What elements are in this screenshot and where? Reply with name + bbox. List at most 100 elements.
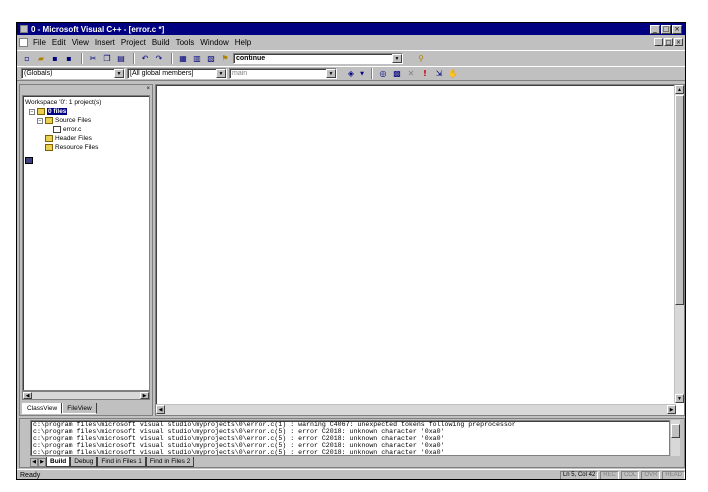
tree-item-resource-files[interactable]: Resource Files [25, 143, 147, 152]
tree-item-file[interactable]: error.c [25, 125, 147, 134]
toolbar-separator [133, 52, 135, 64]
tab-scroll-right-icon[interactable]: ▶ [38, 457, 46, 467]
output-vscroll[interactable] [671, 420, 680, 456]
search-icon[interactable]: ⚲ [415, 53, 427, 64]
toolbar-separator [371, 68, 373, 79]
collapse-icon[interactable]: − [37, 117, 43, 124]
scroll-left-icon[interactable]: ◀ [23, 392, 32, 399]
output-pane: c:\program files\microsoft visual studio… [19, 418, 685, 468]
main-window: 0 - Microsoft Visual C++ - [error.c *] _… [16, 22, 686, 480]
doc-restore-button[interactable]: □ [664, 38, 673, 46]
tree-item-project[interactable]: − 0 files [25, 107, 147, 116]
scroll-thumb[interactable] [675, 95, 684, 305]
output-line[interactable]: c:\program files\microsoft visual studio… [31, 421, 669, 428]
scroll-left-icon[interactable]: ◀ [156, 405, 165, 414]
find-in-files-icon[interactable]: ⚑ [219, 53, 231, 64]
copy-icon[interactable]: ❐ [101, 53, 113, 64]
tab-fileview[interactable]: FileView [62, 403, 97, 414]
compile-icon[interactable]: ◎ [377, 68, 389, 79]
output-line[interactable]: c:\program files\microsoft visual studio… [31, 449, 669, 455]
tab-build[interactable]: Build [46, 457, 71, 467]
file-tree: Workspace '0': 1 project(s) − 0 files − … [22, 95, 150, 391]
app-icon[interactable] [20, 25, 28, 33]
tab-find-in-files-2[interactable]: Find in Files 2 [145, 457, 195, 467]
close-icon[interactable]: × [146, 86, 150, 92]
editor-vscroll[interactable]: ▲ ▼ [674, 85, 684, 403]
toolbar-separator [81, 52, 83, 64]
tab-scroll-left-icon[interactable]: ◀ [30, 457, 38, 467]
menu-window[interactable]: Window [197, 38, 231, 47]
window-title: 0 - Microsoft Visual C++ - [error.c *] [31, 24, 165, 34]
scroll-down-icon[interactable]: ▼ [675, 394, 684, 403]
menu-build[interactable]: Build [149, 38, 173, 47]
tree-item-header-files[interactable]: Header Files [25, 134, 147, 143]
workspace-hscroll[interactable]: ◀ ▶ [22, 391, 150, 400]
tree-item-source-files[interactable]: − Source Files [25, 116, 147, 125]
stop-build-icon[interactable]: ✕ [405, 68, 417, 79]
menu-insert[interactable]: Insert [92, 38, 118, 47]
paste-icon[interactable]: ▤ [115, 53, 127, 64]
chevron-down-icon[interactable]: ▼ [114, 69, 124, 78]
menu-bar: File Edit View Insert Project Build Tool… [17, 36, 685, 48]
build-icon[interactable]: ▩ [391, 68, 403, 79]
output-line[interactable]: c:\program files\microsoft visual studio… [31, 428, 669, 435]
menu-help[interactable]: Help [232, 38, 254, 47]
workspace-icon [25, 157, 33, 164]
save-icon[interactable]: ▪ [49, 53, 61, 64]
chevron-down-icon[interactable]: ▼ [326, 69, 336, 78]
close-button[interactable]: × [672, 24, 682, 34]
editor-hscroll[interactable]: ◀ ▶ [156, 404, 676, 415]
menu-edit[interactable]: Edit [49, 38, 69, 47]
wizard-dropdown-icon[interactable]: ▼ [359, 68, 365, 79]
output-line[interactable]: c:\program files\microsoft visual studio… [31, 442, 669, 449]
scope-combo[interactable]: (Globals) ▼ [21, 68, 125, 79]
maximize-button[interactable]: □ [661, 24, 671, 34]
menu-project[interactable]: Project [118, 38, 149, 47]
collapse-icon[interactable]: − [29, 108, 35, 115]
tree-item-workspace[interactable]: Workspace '0': 1 project(s) [25, 98, 147, 164]
find-combo[interactable]: continue ▼ [233, 52, 403, 64]
output-line[interactable]: c:\program files\microsoft visual studio… [31, 435, 669, 442]
open-folder-icon[interactable]: ▰ [35, 53, 47, 64]
tab-find-in-files-1[interactable]: Find in Files 1 [97, 457, 146, 467]
doc-close-button[interactable]: × [674, 38, 683, 46]
scroll-right-icon[interactable]: ▶ [667, 405, 676, 414]
title-bar[interactable]: 0 - Microsoft Visual C++ - [error.c *] _… [17, 23, 685, 35]
menu-file[interactable]: File [30, 38, 49, 47]
menu-tools[interactable]: Tools [173, 38, 198, 47]
chevron-down-icon[interactable]: ▼ [216, 69, 226, 78]
tab-debug[interactable]: Debug [70, 457, 98, 467]
code-editor[interactable]: #include <stdio.h> ;/* ...SIZE ... */#de… [155, 84, 685, 416]
function-combo[interactable]: main ▼ [229, 68, 337, 79]
output-window-icon[interactable]: ▥ [191, 53, 203, 64]
build-output[interactable]: c:\program files\microsoft visual studio… [30, 420, 670, 456]
redo-icon[interactable]: ↷ [153, 53, 165, 64]
scroll-right-icon[interactable]: ▶ [140, 392, 149, 399]
scroll-thumb[interactable] [671, 424, 680, 438]
workspace-icon[interactable]: ▦ [177, 53, 189, 64]
indicator-read: READ [662, 470, 685, 479]
minimize-button[interactable]: _ [650, 24, 660, 34]
execute-icon[interactable]: ! [419, 68, 431, 79]
wizard-action-icon[interactable]: ◈ [345, 68, 357, 79]
undo-icon[interactable]: ↶ [139, 53, 151, 64]
cut-icon[interactable]: ✂ [87, 53, 99, 64]
tab-classview[interactable]: ClassView [22, 403, 63, 414]
members-combo[interactable]: [All global members] ▼ [127, 68, 227, 79]
folder-icon [45, 144, 53, 151]
chevron-down-icon[interactable]: ▼ [392, 53, 402, 63]
find-value: continue [236, 54, 266, 62]
folder-icon [45, 117, 53, 124]
new-file-icon[interactable]: ▫ [21, 53, 33, 64]
folder-icon [45, 135, 53, 142]
scroll-up-icon[interactable]: ▲ [675, 85, 684, 94]
file-icon [53, 126, 61, 133]
output-tabs: ◀ ▶ Build Debug Find in Files 1 Find in … [30, 457, 195, 467]
go-icon[interactable]: ⇲ [433, 68, 445, 79]
window-list-icon[interactable]: ▧ [205, 53, 217, 64]
save-all-icon[interactable]: ▪ [63, 53, 75, 64]
breakpoint-icon[interactable]: ✋ [447, 68, 459, 79]
menu-view[interactable]: View [69, 38, 92, 47]
document-icon[interactable] [19, 37, 28, 47]
doc-minimize-button[interactable]: _ [654, 38, 663, 46]
